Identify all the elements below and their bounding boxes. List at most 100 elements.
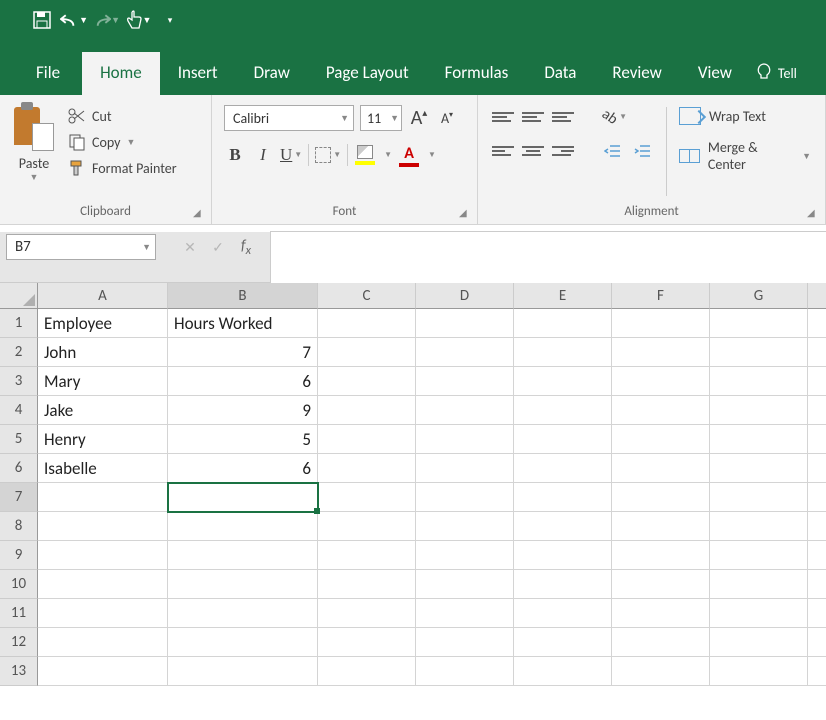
cell[interactable] <box>416 541 514 570</box>
cell[interactable] <box>514 657 612 686</box>
cell[interactable] <box>710 541 808 570</box>
orientation-button[interactable]: ab▼ <box>602 105 627 129</box>
cell[interactable] <box>514 570 612 599</box>
cell[interactable] <box>318 628 416 657</box>
cell[interactable] <box>612 338 710 367</box>
undo-icon[interactable]: ▼ <box>60 6 88 34</box>
wrap-text-button[interactable]: Wrap Text <box>679 107 811 125</box>
cell[interactable] <box>168 512 318 541</box>
column-header[interactable]: B <box>168 283 318 309</box>
cell[interactable] <box>514 425 612 454</box>
cell[interactable] <box>168 599 318 628</box>
cell[interactable] <box>318 425 416 454</box>
row-header[interactable]: 4 <box>0 396 38 425</box>
cell[interactable] <box>38 570 168 599</box>
cell[interactable] <box>416 657 514 686</box>
tab-formulas[interactable]: Formulas <box>427 52 527 95</box>
copy-button[interactable]: Copy ▼ <box>68 133 177 151</box>
cell[interactable] <box>168 483 318 512</box>
cell[interactable] <box>612 454 710 483</box>
cell[interactable] <box>612 367 710 396</box>
chevron-down-icon[interactable]: ▼ <box>384 150 392 160</box>
fill-color-button[interactable] <box>354 143 376 167</box>
row-header[interactable]: 1 <box>0 309 38 338</box>
cell[interactable] <box>318 570 416 599</box>
align-right-button[interactable] <box>552 141 574 161</box>
cell[interactable] <box>710 599 808 628</box>
borders-button[interactable]: ▼ <box>315 143 341 167</box>
cell[interactable] <box>38 483 168 512</box>
row-header[interactable]: 3 <box>0 367 38 396</box>
cell[interactable] <box>710 570 808 599</box>
cell[interactable] <box>612 512 710 541</box>
cell[interactable] <box>318 396 416 425</box>
font-name-dropdown[interactable]: Calibri ▼ <box>224 105 354 131</box>
cell[interactable] <box>514 338 612 367</box>
column-header[interactable]: D <box>416 283 514 309</box>
cell[interactable] <box>416 367 514 396</box>
font-color-button[interactable]: A <box>398 143 420 167</box>
row-header[interactable]: 10 <box>0 570 38 599</box>
cell[interactable]: Isabelle <box>38 454 168 483</box>
align-bottom-button[interactable] <box>552 107 574 127</box>
cell[interactable]: Employee <box>38 309 168 338</box>
row-header[interactable]: 5 <box>0 425 38 454</box>
cell[interactable] <box>612 309 710 338</box>
align-center-button[interactable] <box>522 141 544 161</box>
touch-mode-icon[interactable]: ▼ <box>124 6 152 34</box>
cell[interactable] <box>710 367 808 396</box>
formula-input[interactable] <box>270 231 826 287</box>
save-icon[interactable] <box>28 6 56 34</box>
cell[interactable] <box>710 512 808 541</box>
tab-insert[interactable]: Insert <box>160 52 236 95</box>
cell[interactable] <box>612 483 710 512</box>
cell[interactable]: 5 <box>168 425 318 454</box>
cell[interactable] <box>38 541 168 570</box>
cell[interactable] <box>612 657 710 686</box>
cell[interactable] <box>514 599 612 628</box>
row-header[interactable]: 7 <box>0 483 38 512</box>
cell[interactable] <box>416 599 514 628</box>
cell[interactable]: Hours Worked <box>168 309 318 338</box>
cell[interactable] <box>38 599 168 628</box>
cell[interactable] <box>416 309 514 338</box>
cell[interactable] <box>514 454 612 483</box>
cell[interactable] <box>710 454 808 483</box>
tab-file[interactable]: File <box>18 52 82 95</box>
underline-button[interactable]: U▼ <box>280 143 302 167</box>
cell[interactable] <box>612 599 710 628</box>
cell[interactable] <box>416 628 514 657</box>
cell[interactable] <box>416 454 514 483</box>
cell[interactable] <box>416 396 514 425</box>
cell[interactable] <box>612 396 710 425</box>
cell[interactable] <box>514 483 612 512</box>
cell[interactable] <box>318 338 416 367</box>
italic-button[interactable]: I <box>252 143 274 167</box>
cell[interactable]: 7 <box>168 338 318 367</box>
tell-me[interactable]: Tell <box>756 63 797 95</box>
cell[interactable] <box>612 628 710 657</box>
cell[interactable] <box>416 425 514 454</box>
cell[interactable] <box>318 483 416 512</box>
cell[interactable]: Mary <box>38 367 168 396</box>
cell[interactable] <box>710 309 808 338</box>
cell[interactable]: 6 <box>168 454 318 483</box>
cell[interactable] <box>710 396 808 425</box>
cell[interactable] <box>710 338 808 367</box>
cell[interactable]: 6 <box>168 367 318 396</box>
align-top-button[interactable] <box>492 107 514 127</box>
row-header[interactable]: 11 <box>0 599 38 628</box>
cell[interactable] <box>318 367 416 396</box>
cell[interactable] <box>168 657 318 686</box>
cell[interactable] <box>710 483 808 512</box>
cell[interactable] <box>416 512 514 541</box>
cell[interactable]: John <box>38 338 168 367</box>
dialog-launcher-icon[interactable]: ◢ <box>459 206 473 220</box>
name-box[interactable]: B7 ▼ <box>6 234 156 260</box>
cell[interactable] <box>168 541 318 570</box>
tab-draw[interactable]: Draw <box>236 52 308 95</box>
increase-indent-button[interactable] <box>632 139 654 163</box>
customize-qat-icon[interactable]: ▾ <box>156 6 184 34</box>
cell[interactable] <box>710 657 808 686</box>
cell[interactable] <box>318 599 416 628</box>
